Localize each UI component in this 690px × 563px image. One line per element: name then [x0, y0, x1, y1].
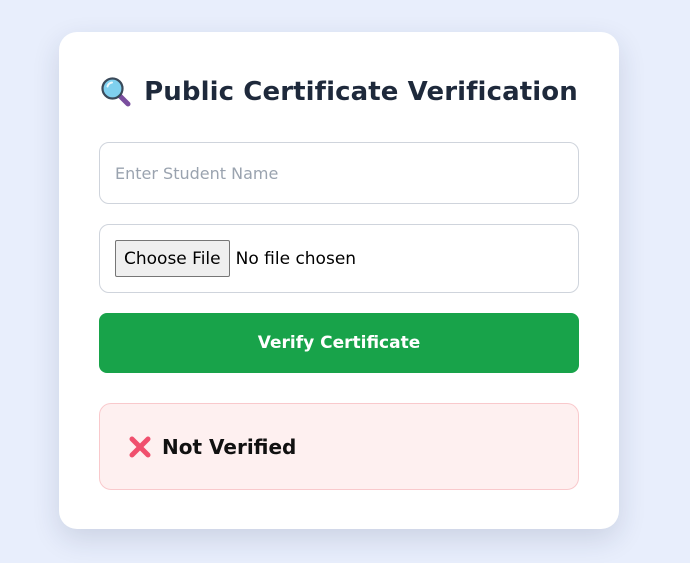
file-upload-field: Choose File No file chosen: [99, 224, 579, 293]
file-status-text: No file chosen: [235, 248, 357, 269]
page-title: Public Certificate Verification: [144, 77, 578, 107]
cross-mark-icon: [128, 435, 152, 459]
choose-file-button[interactable]: Choose File: [115, 240, 230, 277]
result-status-text: Not Verified: [162, 434, 297, 459]
magnifying-glass-icon: [100, 76, 132, 108]
verify-certificate-button[interactable]: Verify Certificate: [99, 313, 579, 373]
verification-card: Public Certificate Verification Choose F…: [59, 32, 619, 529]
student-name-input[interactable]: [99, 142, 579, 204]
title-row: Public Certificate Verification: [59, 76, 619, 108]
verification-result: Not Verified: [99, 403, 579, 490]
